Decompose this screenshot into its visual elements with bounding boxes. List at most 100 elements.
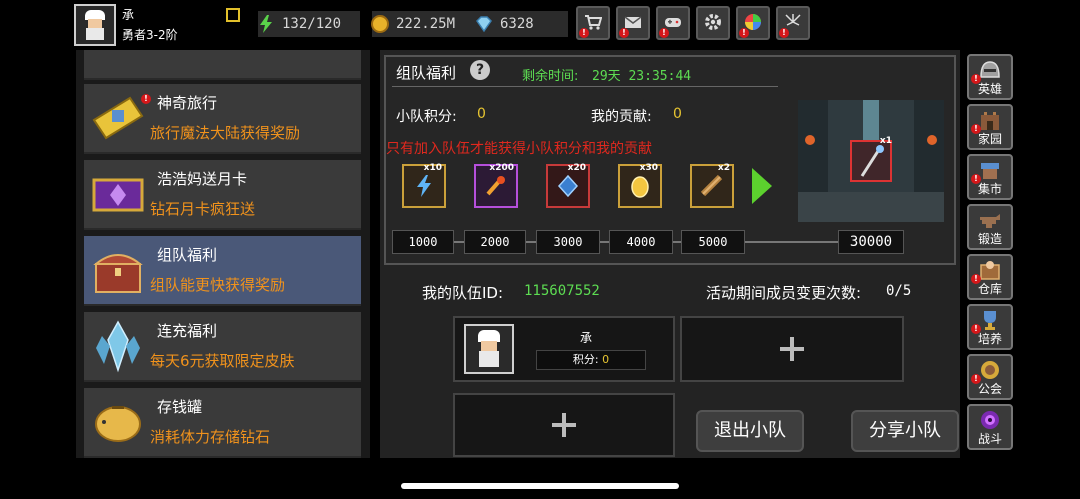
milestone-final: 30000: [838, 230, 904, 254]
anvil-icon: [980, 214, 1000, 228]
empty-member-slot-3[interactable]: [453, 393, 675, 457]
list-item-title: 组队福利: [157, 246, 218, 264]
castle-icon: [981, 112, 999, 130]
side-nav-training[interactable]: ! 培养: [967, 304, 1013, 350]
add-member-icon: [780, 337, 804, 361]
empty-member-slot-2[interactable]: [680, 316, 904, 382]
team-id-label: 我的队伍ID:: [422, 284, 504, 302]
side-nav-home[interactable]: ! 家园: [967, 104, 1013, 150]
activity-list[interactable]: ! 神奇旅行 旅行魔法大陆获得奖励 浩浩妈送月卡 钻石月卡疯狂送 组队福利 组队…: [76, 50, 370, 458]
reward-scene: x1: [798, 100, 944, 222]
side-nav-label: 集市: [977, 182, 1002, 196]
side-nav-label: 仓库: [977, 282, 1002, 296]
reward-slot[interactable]: x20: [546, 163, 590, 208]
reward-slot[interactable]: x30: [618, 163, 662, 208]
scene-reward-slot[interactable]: x1: [850, 136, 892, 182]
golden-ticket-icon: [92, 96, 144, 140]
energy-icon: [260, 15, 272, 33]
side-nav-label: 英雄: [977, 82, 1002, 96]
color-wheel-button[interactable]: !: [736, 6, 770, 40]
treasure-chest-icon: [93, 254, 143, 293]
side-nav-battle[interactable]: 战斗: [967, 404, 1013, 450]
reward-count: x200: [489, 163, 514, 173]
hero-helmet-icon: [980, 61, 1000, 78]
gold-value: 222.25M: [396, 16, 456, 32]
reward-slot[interactable]: x10: [402, 163, 446, 208]
fireworks-button[interactable]: !: [776, 6, 810, 40]
join-warning: 只有加入队伍才能获得小队积分和我的贡献: [386, 141, 652, 157]
reward-count: x10: [423, 163, 442, 173]
gamepad-button[interactable]: !: [656, 6, 690, 40]
milestone-5: 5000: [681, 230, 745, 254]
energy-value: 132/120: [282, 16, 342, 32]
list-item-piggy-bank[interactable]: 存钱罐 消耗体力存储钻石: [84, 388, 361, 458]
warehouse-chest-icon: [980, 261, 1000, 280]
reward-slot[interactable]: x200: [474, 163, 518, 208]
time-left-label: 剩余时间:: [522, 69, 579, 84]
guild-banner-icon: [981, 361, 999, 379]
mail-button[interactable]: !: [616, 6, 650, 40]
blue-rune-icon: [557, 174, 579, 198]
player-rank: 勇者3-2阶: [122, 28, 178, 42]
player-name: 承: [122, 8, 135, 22]
edit-profile-icon[interactable]: [226, 8, 240, 22]
milestone-3: 3000: [536, 230, 600, 254]
next-arrow-icon[interactable]: [752, 168, 772, 204]
list-item-desc: 旅行魔法大陆获得奖励: [150, 124, 301, 142]
alert-badge: !: [739, 28, 749, 38]
my-contribution-label: 我的贡献:: [591, 109, 652, 125]
help-icon[interactable]: ?: [470, 60, 490, 80]
quit-team-button[interactable]: 退出小队: [696, 410, 804, 452]
gem-counter: 6328: [476, 11, 568, 37]
battle-portal-icon: [981, 411, 999, 429]
list-item-title: 神奇旅行: [157, 94, 218, 112]
event-title: 组队福利: [396, 64, 457, 82]
side-nav-label: 家园: [977, 132, 1002, 146]
side-nav-label: 培养: [977, 332, 1002, 346]
reward-count: x1: [879, 136, 892, 146]
add-member-icon: [552, 413, 576, 437]
alert-badge: !: [579, 28, 589, 38]
list-item-title: 存钱罐: [157, 398, 203, 416]
shop-button[interactable]: !: [576, 6, 610, 40]
side-nav-label: 战斗: [977, 432, 1002, 446]
member-slot-1[interactable]: [453, 316, 675, 382]
alert-badge: !: [659, 28, 669, 38]
side-nav-warehouse[interactable]: ! 仓库: [967, 254, 1013, 300]
home-indicator[interactable]: [401, 483, 679, 489]
side-nav-forge[interactable]: 锻造: [967, 204, 1013, 250]
team-points-value: 0: [477, 106, 486, 122]
settings-button[interactable]: [696, 6, 730, 40]
gold-coin-icon: [371, 15, 389, 33]
alert-badge: !: [619, 28, 629, 38]
player-avatar[interactable]: [74, 4, 116, 46]
list-item-desc: 钻石月卡疯狂送: [150, 200, 256, 218]
list-item-magic-travel[interactable]: ! 神奇旅行 旅行魔法大陆获得奖励: [84, 84, 361, 154]
gold-counter: 222.25M: [371, 11, 484, 37]
reward-slot[interactable]: x2: [690, 163, 734, 208]
lightning-icon: [417, 175, 431, 197]
list-item-team-benefit[interactable]: 组队福利 组队能更快获得奖励: [84, 236, 361, 306]
list-item-partial[interactable]: [84, 50, 361, 80]
side-nav-market[interactable]: ! 集市: [967, 154, 1013, 200]
milestone-2: 2000: [464, 230, 526, 254]
settings-gear-icon: [705, 14, 721, 30]
member-avatar: [464, 324, 514, 374]
member-score-label: 积分:: [572, 353, 599, 366]
alert-badge: !: [141, 94, 151, 104]
member-change-label: 活动期间成员变更次数:: [706, 284, 862, 302]
list-item-monthly-card[interactable]: 浩浩妈送月卡 钻石月卡疯狂送: [84, 160, 361, 230]
gem-icon: [476, 16, 492, 33]
side-nav-label: 锻造: [977, 232, 1002, 246]
monthly-card-icon: [92, 178, 144, 212]
energy-counter: 132/120: [258, 11, 360, 37]
side-nav-guild[interactable]: ! 公会: [967, 354, 1013, 400]
divider: [392, 86, 778, 87]
reward-count: x20: [567, 163, 586, 173]
member-change-value: 0/5: [886, 283, 912, 299]
list-item-recharge-benefit[interactable]: 连充福利 每天6元获取限定皮肤: [84, 312, 361, 382]
side-nav-hero[interactable]: ! 英雄: [967, 54, 1013, 100]
trophy-icon: [984, 311, 996, 330]
share-team-button[interactable]: 分享小队: [851, 410, 959, 452]
milestone-4: 4000: [609, 230, 673, 254]
